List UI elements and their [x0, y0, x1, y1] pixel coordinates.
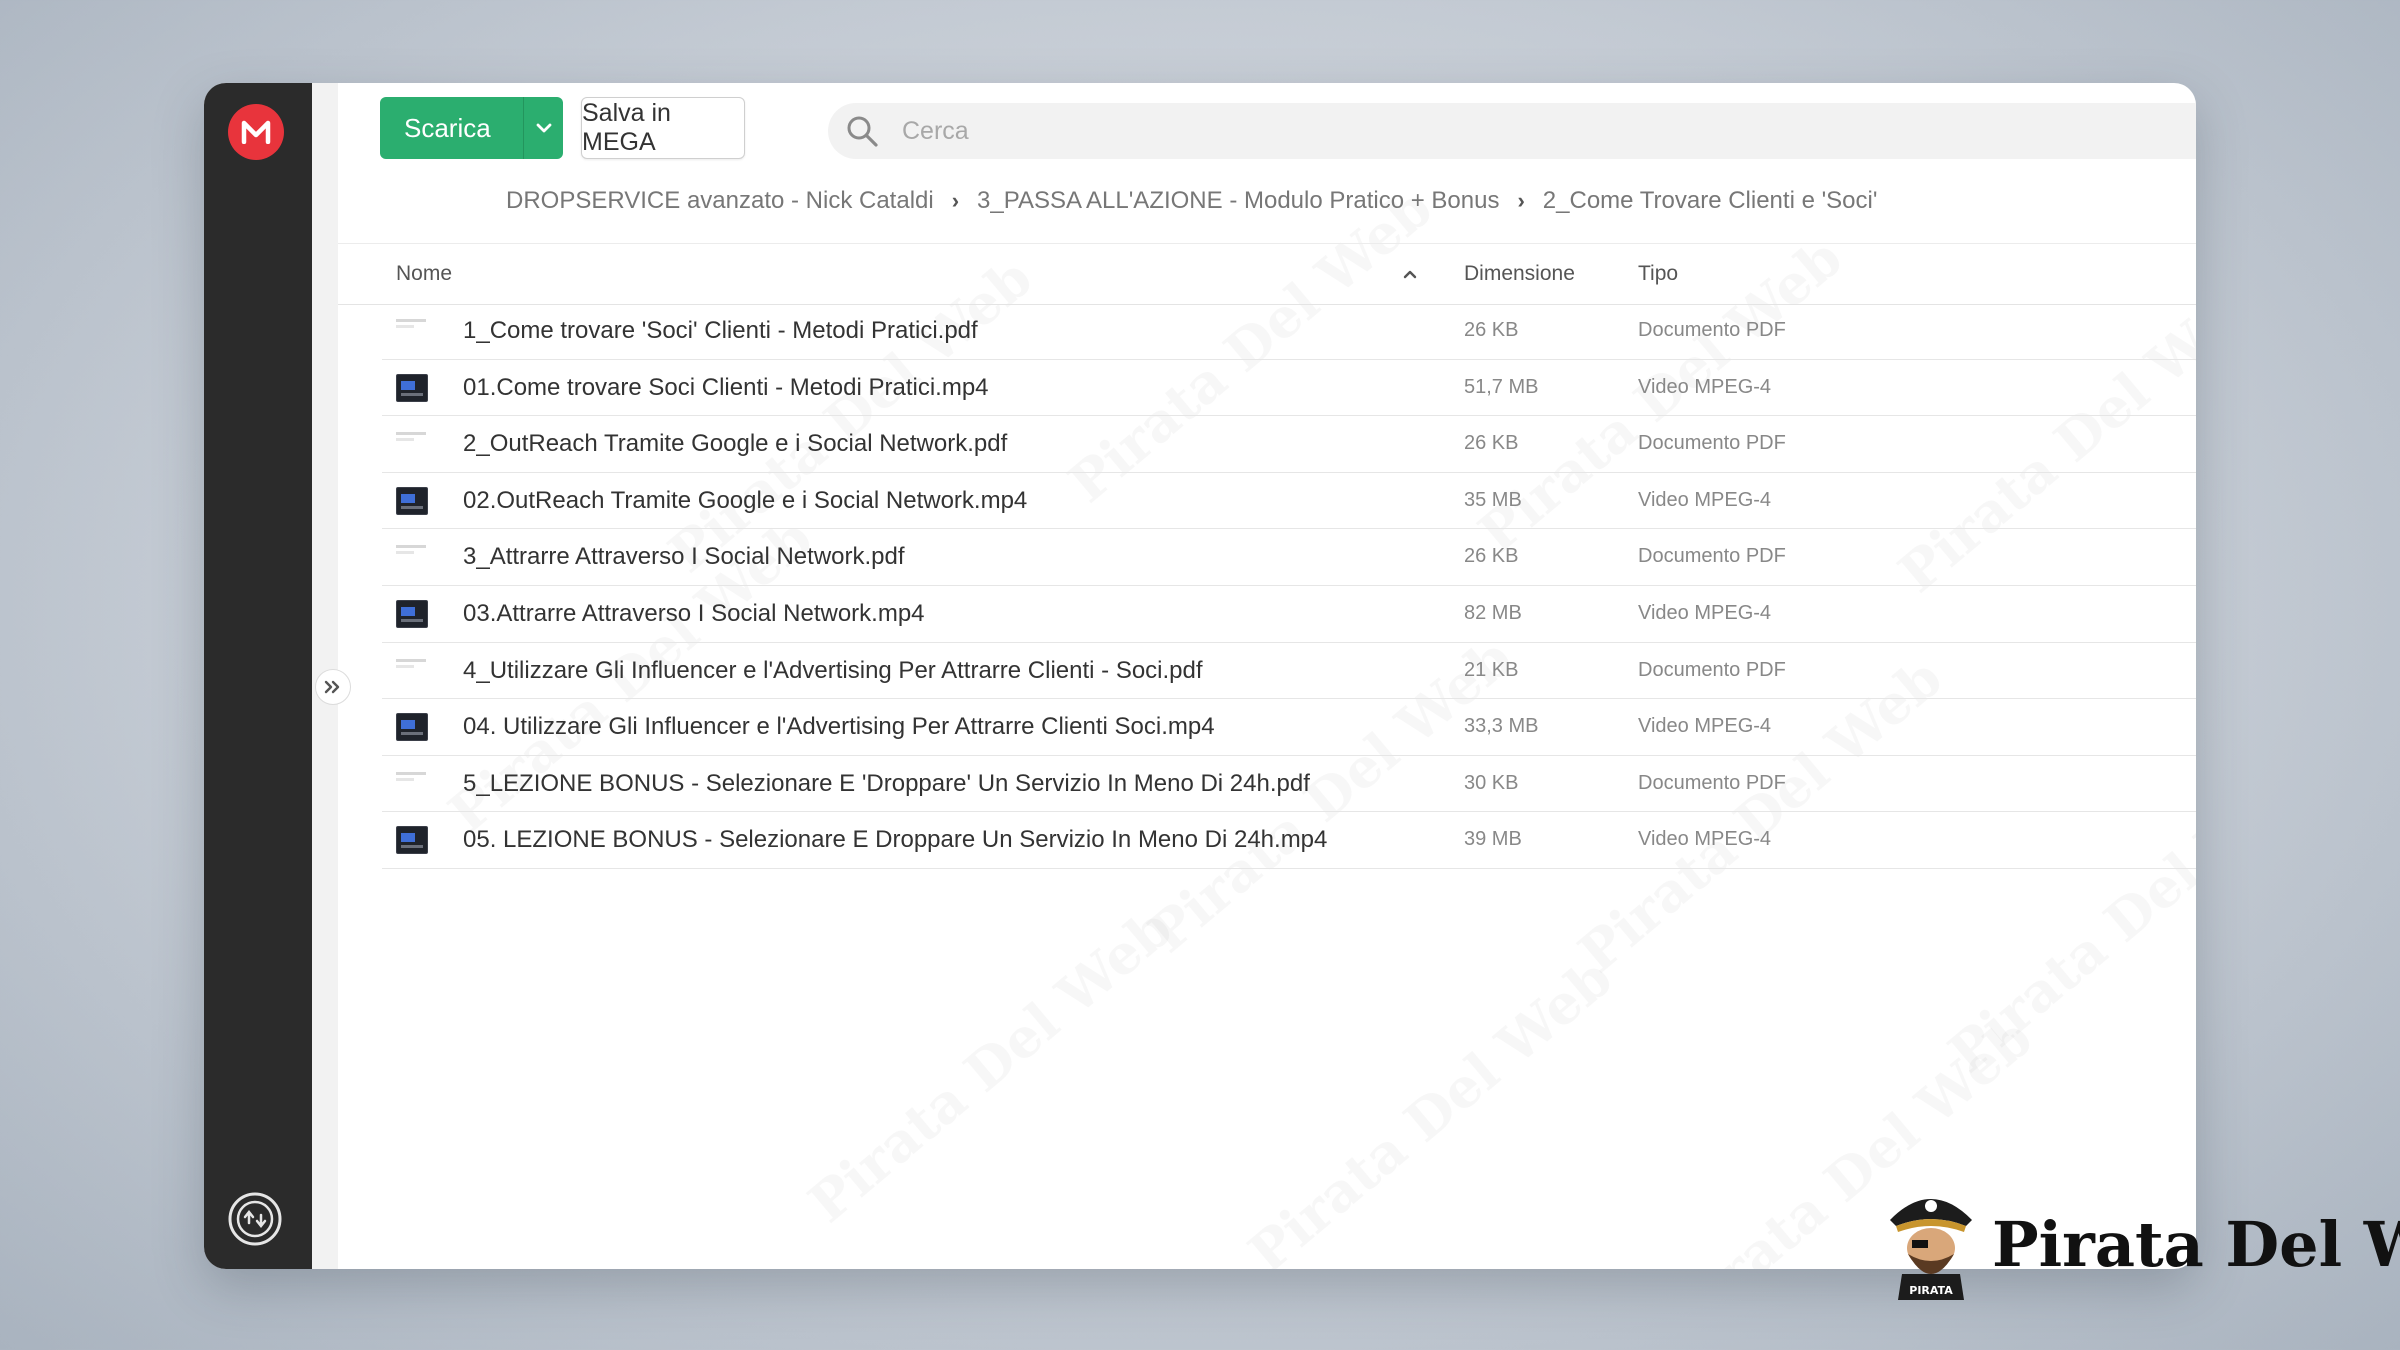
- file-type: Documento PDF: [1638, 545, 1786, 568]
- pdf-file-icon: [396, 771, 428, 800]
- transfer-sync-icon[interactable]: [227, 1191, 283, 1247]
- table-row[interactable]: 04. Utilizzare Gli Influencer e l'Advert…: [382, 699, 2196, 756]
- file-size: 51,7 MB: [1464, 375, 1539, 398]
- breadcrumb-item[interactable]: 2_Come Trovare Clienti e 'Soci': [1543, 187, 1878, 215]
- file-type: Documento PDF: [1638, 658, 1786, 681]
- table-row[interactable]: 5_LEZIONE BONUS - Selezionare E 'Droppar…: [382, 756, 2196, 813]
- table-row[interactable]: 03.Attrarre Attraverso I Social Network.…: [382, 586, 2196, 643]
- table-row[interactable]: 02.OutReach Tramite Google e i Social Ne…: [382, 473, 2196, 530]
- pdf-file-icon: [396, 658, 428, 687]
- table-row[interactable]: 05. LEZIONE BONUS - Selezionare E Droppa…: [382, 812, 2196, 869]
- breadcrumb: DROPSERVICE avanzato - Nick Cataldi › 3_…: [506, 183, 1877, 219]
- video-file-icon: [396, 373, 428, 402]
- save-to-mega-button[interactable]: Salva in MEGA: [581, 97, 745, 159]
- pirata-del-web-logo: PIRATA Pirata Del Web: [1876, 1182, 2400, 1302]
- watermark: Pirata Del Web: [796, 895, 1184, 1235]
- expand-panel-button[interactable]: [315, 669, 351, 705]
- chevron-down-icon[interactable]: [524, 122, 563, 134]
- badge-text: PIRATA: [1909, 1284, 1953, 1297]
- search-icon: [844, 113, 880, 149]
- pdf-file-icon: [396, 319, 428, 347]
- file-size: 26 KB: [1464, 319, 1519, 341]
- file-size: 21 KB: [1464, 658, 1519, 681]
- file-size: 82 MB: [1464, 601, 1522, 624]
- video-file-icon: [396, 826, 428, 855]
- double-chevron-right-icon: [324, 680, 340, 694]
- search-bar[interactable]: [828, 103, 2196, 159]
- chevron-right-icon: ›: [1517, 188, 1525, 213]
- file-type: Documento PDF: [1638, 771, 1786, 794]
- file-type: Documento PDF: [1638, 432, 1786, 455]
- file-type: Documento PDF: [1638, 319, 1786, 341]
- video-file-icon: [396, 599, 428, 628]
- search-input[interactable]: [900, 115, 2104, 147]
- file-name: 01.Come trovare Soci Clienti - Metodi Pr…: [463, 373, 989, 401]
- mega-logo-icon[interactable]: [228, 104, 284, 160]
- file-type: Video MPEG-4: [1638, 715, 1772, 738]
- left-sidebar: [204, 83, 312, 1269]
- table-row[interactable]: 1_Come trovare 'Soci' Clienti - Metodi P…: [382, 303, 2196, 360]
- file-name: 2_OutReach Tramite Google e i Social Net…: [463, 430, 1008, 458]
- table-row[interactable]: 2_OutReach Tramite Google e i Social Net…: [382, 416, 2196, 473]
- pdf-file-icon: [396, 432, 428, 460]
- video-file-icon: [396, 486, 428, 515]
- column-header-name[interactable]: Nome: [396, 244, 452, 304]
- file-name: 03.Attrarre Attraverso I Social Network.…: [463, 599, 925, 627]
- breadcrumb-item[interactable]: 3_PASSA ALL'AZIONE - Modulo Pratico + Bo…: [977, 187, 1499, 215]
- file-name: 3_Attrarre Attraverso I Social Network.p…: [463, 543, 905, 571]
- file-size: 35 MB: [1464, 488, 1522, 511]
- table-row[interactable]: 3_Attrarre Attraverso I Social Network.p…: [382, 529, 2196, 586]
- mega-window: Pirata Del Web Pirata Del Web Pirata Del…: [204, 83, 2196, 1269]
- table-row[interactable]: 01.Come trovare Soci Clienti - Metodi Pr…: [382, 360, 2196, 417]
- file-name: 04. Utilizzare Gli Influencer e l'Advert…: [463, 713, 1215, 741]
- file-type: Video MPEG-4: [1638, 488, 1772, 511]
- chevron-right-icon: ›: [951, 188, 960, 213]
- table-row[interactable]: 4_Utilizzare Gli Influencer e l'Advertis…: [382, 643, 2196, 700]
- file-type: Video MPEG-4: [1638, 828, 1772, 851]
- file-name: 5_LEZIONE BONUS - Selezionare E 'Droppar…: [463, 769, 1310, 797]
- file-type: Video MPEG-4: [1638, 601, 1772, 624]
- file-size: 30 KB: [1464, 771, 1519, 794]
- video-file-icon: [396, 713, 428, 742]
- column-header-type[interactable]: Tipo: [1638, 244, 1678, 304]
- file-size: 26 KB: [1464, 432, 1519, 455]
- column-header-size[interactable]: Dimensione: [1464, 244, 1575, 304]
- file-list: 1_Come trovare 'Soci' Clienti - Metodi P…: [382, 303, 2196, 869]
- file-size: 33,3 MB: [1464, 715, 1539, 738]
- file-size: 39 MB: [1464, 828, 1522, 851]
- file-name: 05. LEZIONE BONUS - Selezionare E Droppa…: [463, 826, 1328, 854]
- download-button[interactable]: Scarica: [380, 97, 563, 159]
- brand-name: Pirata Del Web: [1992, 1208, 2400, 1281]
- download-button-label: Scarica: [404, 112, 491, 143]
- file-name: 1_Come trovare 'Soci' Clienti - Metodi P…: [463, 317, 978, 344]
- file-name: 4_Utilizzare Gli Influencer e l'Advertis…: [463, 656, 1203, 684]
- file-size: 26 KB: [1464, 545, 1519, 568]
- sort-ascending-icon[interactable]: [1400, 264, 1420, 284]
- pdf-file-icon: [396, 545, 428, 573]
- file-type: Video MPEG-4: [1638, 375, 1772, 398]
- file-name: 02.OutReach Tramite Google e i Social Ne…: [463, 486, 1028, 514]
- watermark: Pirata Del Web: [1236, 945, 1624, 1269]
- breadcrumb-item[interactable]: DROPSERVICE avanzato - Nick Cataldi: [506, 187, 934, 215]
- table-header: Nome Dimensione Tipo: [338, 243, 2196, 305]
- pirate-mascot-icon: PIRATA: [1890, 1199, 1972, 1300]
